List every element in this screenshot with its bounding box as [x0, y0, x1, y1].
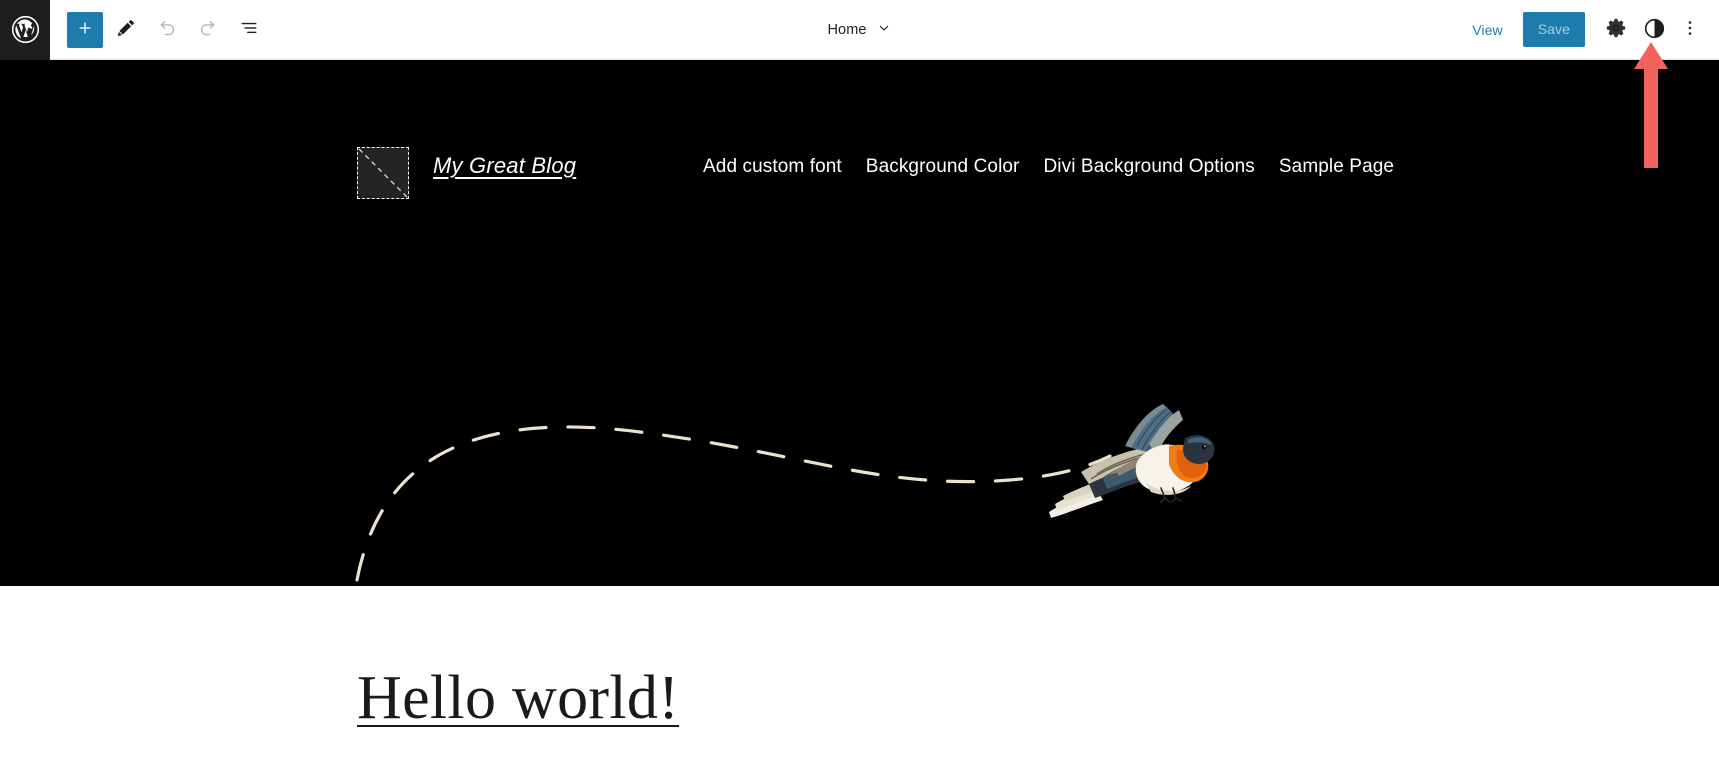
document-title-label: Home [827, 22, 867, 38]
gear-icon [1605, 17, 1627, 42]
view-link[interactable]: View [1460, 16, 1515, 44]
nav-item-background-color[interactable]: Background Color [866, 156, 1020, 178]
chevron-down-icon [876, 20, 892, 41]
post-content-area: Hello world! [0, 586, 1719, 763]
contrast-circle-icon [1643, 17, 1666, 43]
post-title-link[interactable]: Hello world! [357, 665, 679, 731]
site-header: My Great Blog Add custom font Background… [0, 138, 1719, 199]
undo-icon [156, 17, 178, 42]
list-view-button[interactable] [231, 12, 267, 48]
toolbar-left-group [50, 11, 267, 48]
pencil-icon [115, 17, 137, 42]
save-button[interactable]: Save [1522, 12, 1585, 47]
redo-button[interactable] [190, 12, 226, 48]
hero-section[interactable]: My Great Blog Add custom font Background… [0, 60, 1719, 586]
editor-toolbar: Home View Save [0, 0, 1719, 60]
wordpress-logo-button[interactable] [0, 0, 50, 60]
nav-item-sample-page[interactable]: Sample Page [1279, 156, 1394, 178]
wordpress-logo-icon [11, 15, 40, 44]
undo-button[interactable] [149, 12, 185, 48]
styles-button[interactable] [1637, 13, 1671, 47]
nav-item-divi-background-options[interactable]: Divi Background Options [1043, 156, 1254, 178]
site-logo-placeholder[interactable] [357, 147, 409, 199]
tools-button[interactable] [108, 12, 144, 48]
options-button[interactable] [1675, 13, 1705, 47]
toolbar-right-group: View Save [1460, 12, 1719, 47]
redo-icon [197, 17, 219, 42]
list-view-icon [238, 17, 260, 42]
site-title-link[interactable]: My Great Blog [433, 153, 576, 179]
plus-icon [74, 17, 96, 42]
settings-button[interactable] [1599, 13, 1633, 47]
document-title-button[interactable]: Home [817, 15, 901, 46]
three-dots-vertical-icon [1680, 18, 1700, 41]
add-block-button[interactable] [67, 11, 103, 48]
nav-item-add-custom-font[interactable]: Add custom font [703, 156, 842, 178]
site-navigation: Add custom font Background Color Divi Ba… [703, 156, 1394, 178]
site-preview-canvas: My Great Blog Add custom font Background… [0, 60, 1719, 763]
flying-bird-illustration [1049, 404, 1215, 518]
